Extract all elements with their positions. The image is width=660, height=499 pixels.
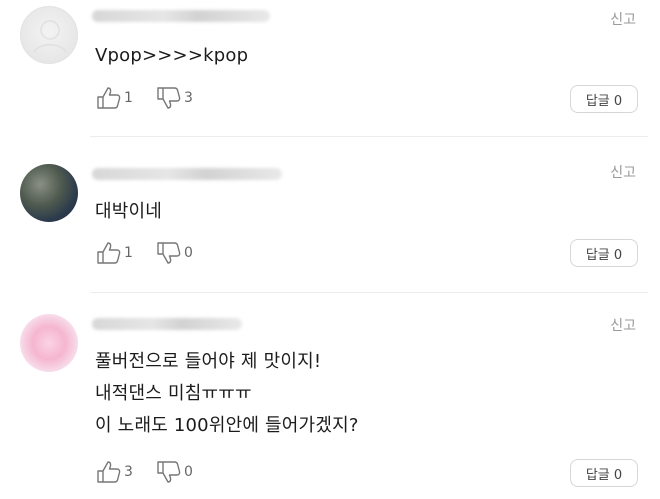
avatar[interactable]: [20, 6, 78, 64]
comment-line: 풀버전으로 들어야 제 맛이지!: [95, 351, 322, 372]
reply-button[interactable]: 답글 0: [570, 239, 638, 267]
reply-button[interactable]: 답글 0: [570, 459, 638, 487]
dislike-button[interactable]: 0: [156, 460, 193, 484]
comment-line: Vpop>>>>kpop: [95, 45, 249, 66]
dislike-count: 0: [184, 464, 193, 480]
thumbs-down-icon: [157, 242, 181, 264]
like-count: 1: [124, 90, 133, 106]
report-button[interactable]: 신고: [610, 315, 636, 335]
comment-text: 풀버전으로 들어야 제 맛이지! 내적댄스 미침ㅠㅠㅠ 이 노래도 100위안에…: [95, 346, 359, 442]
comment-line: 내적댄스 미침ㅠㅠㅠ: [95, 383, 252, 404]
report-button[interactable]: 신고: [610, 9, 636, 29]
username-blurred: [92, 168, 282, 180]
comment-text: 대박이네: [95, 196, 162, 228]
comment-line: 이 노래도 100위안에 들어가겠지?: [95, 415, 359, 436]
divider: [90, 136, 648, 137]
thumbs-down-icon: [157, 87, 181, 109]
dislike-count: 0: [184, 245, 193, 261]
thumbs-down-icon: [157, 461, 181, 483]
thumbs-up-icon: [97, 87, 121, 109]
report-button[interactable]: 신고: [610, 162, 636, 182]
thumbs-up-icon: [97, 461, 121, 483]
dislike-button[interactable]: 3: [156, 86, 193, 110]
like-count: 3: [124, 464, 133, 480]
like-button[interactable]: 1: [96, 241, 133, 265]
like-button[interactable]: 3: [96, 460, 133, 484]
dislike-count: 3: [184, 90, 193, 106]
like-button[interactable]: 1: [96, 86, 133, 110]
dislike-button[interactable]: 0: [156, 241, 193, 265]
username-blurred: [92, 318, 242, 330]
default-avatar-icon: [33, 20, 67, 54]
reply-button[interactable]: 답글 0: [570, 85, 638, 113]
divider: [90, 292, 648, 293]
thumbs-up-icon: [97, 242, 121, 264]
username-blurred: [92, 10, 270, 22]
avatar[interactable]: [20, 314, 78, 372]
avatar[interactable]: [20, 164, 78, 222]
comment-text: Vpop>>>>kpop: [95, 40, 248, 72]
comment-line: 대박이네: [95, 201, 163, 222]
like-count: 1: [124, 245, 133, 261]
